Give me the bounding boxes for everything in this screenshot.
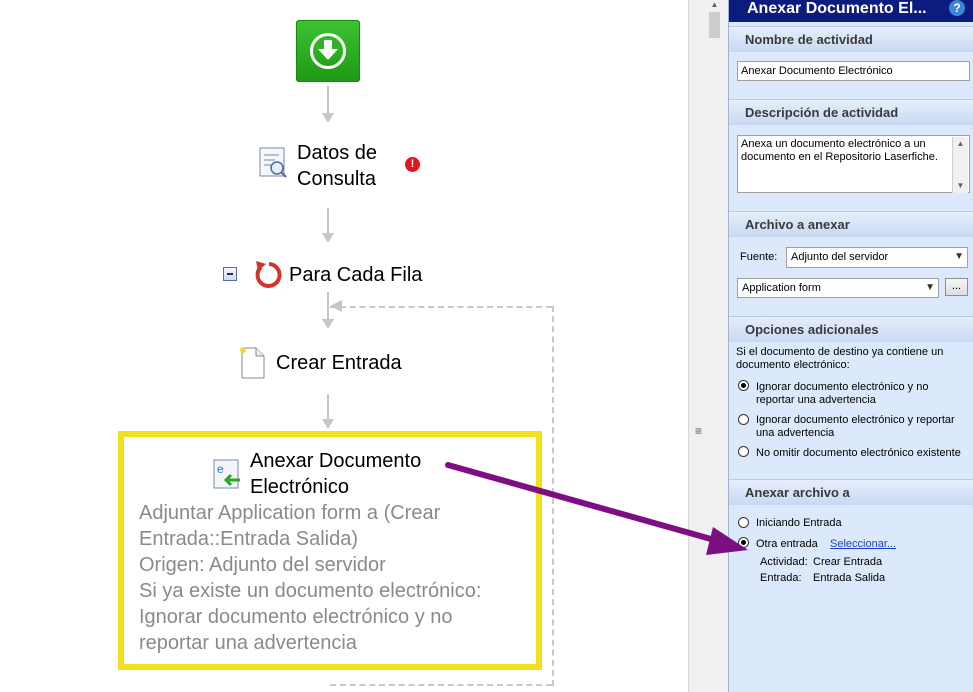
loop-icon <box>255 261 282 288</box>
attach-electronic-document-icon: e <box>213 459 240 489</box>
scroll-up-icon[interactable]: ▲ <box>707 0 722 12</box>
query-form-icon <box>259 147 287 178</box>
option-label[interactable]: Ignorar documento electrónico y reportar… <box>756 414 968 440</box>
description-text: Anexa un documento electrónico a un docu… <box>741 138 938 163</box>
entry-label: Entrada: <box>760 572 802 584</box>
canvas-vertical-scrollbar[interactable]: ▲ <box>707 0 722 692</box>
activity-label: Actividad: <box>760 556 808 568</box>
workflow-designer-canvas[interactable]: Datos de Consulta ! Para Cada Fila Crear… <box>0 0 688 692</box>
splitter-grip-icon[interactable]: ≡ <box>695 424 702 438</box>
detail-line: Adjuntar Application form a (Crear <box>139 502 441 524</box>
other-entry-label[interactable]: Otra entrada <box>756 538 818 551</box>
detail-line: Ignorar documento electrónico y no <box>139 606 453 628</box>
properties-panel: Anexar Documento El... ? Nombre de activ… <box>728 0 973 692</box>
option-label[interactable]: No omitir documento electrónico existent… <box>756 447 968 460</box>
section-header-activity-description[interactable]: Descripción de actividad <box>729 99 973 125</box>
create-entry-label[interactable]: Crear Entrada <box>276 350 402 376</box>
activity-details: Adjuntar Application form a (Crear Entra… <box>139 500 529 656</box>
svg-text:e: e <box>217 462 224 476</box>
download-arrow-icon <box>310 33 346 69</box>
detail-line: reportar una advertencia <box>139 632 357 654</box>
source-label: Fuente: <box>740 251 778 263</box>
file-dropdown-value: Application form <box>742 282 821 294</box>
entry-value: Entrada Salida <box>813 572 886 584</box>
activity-value: Crear Entrada <box>813 556 883 568</box>
panel-title-bar: Anexar Documento El... ? <box>729 0 973 22</box>
loop-boundary <box>330 306 552 308</box>
option-radio-ignore-no-warning[interactable] <box>738 380 749 391</box>
section-header-additional-options[interactable]: Opciones adicionales <box>729 316 973 342</box>
collapse-toggle[interactable] <box>223 267 237 281</box>
connector-line <box>327 292 329 320</box>
source-dropdown-value: Adjunto del servidor <box>791 251 889 263</box>
connector-line <box>327 86 329 114</box>
attach-to-other-entry-radio[interactable] <box>738 537 749 548</box>
section-header-activity-name[interactable]: Nombre de actividad <box>729 26 973 52</box>
for-each-row-label[interactable]: Para Cada Fila <box>289 262 422 288</box>
scroll-up-icon[interactable]: ▲ <box>953 137 968 151</box>
connector-arrowhead <box>322 319 334 329</box>
browse-button[interactable]: ... <box>945 278 968 296</box>
panel-splitter[interactable]: ▲ ≡ <box>688 0 728 692</box>
connector-line <box>327 394 329 420</box>
detail-line: Origen: Adjunto del servidor <box>139 554 386 576</box>
activity-name-input[interactable]: Anexar Documento Electrónico <box>737 61 970 81</box>
panel-title: Anexar Documento El... <box>747 0 927 17</box>
option-label[interactable]: Ignorar documento electrónico y no repor… <box>756 381 968 407</box>
attach-to-starting-entry-radio[interactable] <box>738 517 749 528</box>
workflow-start-button[interactable] <box>296 20 360 82</box>
loop-boundary <box>330 684 552 686</box>
loop-return-arrow-icon <box>330 300 342 312</box>
node-label: Datos de <box>297 142 378 164</box>
connector-arrowhead <box>322 233 334 243</box>
file-dropdown[interactable]: Application form ▼ <box>737 278 939 298</box>
source-dropdown[interactable]: Adjunto del servidor ▼ <box>786 247 968 268</box>
scroll-down-icon[interactable]: ▼ <box>953 179 968 193</box>
options-intro-text: Si el documento de destino ya contiene u… <box>736 346 944 371</box>
chevron-down-icon: ▼ <box>954 251 964 262</box>
select-entry-link[interactable]: Seleccionar... <box>830 538 896 550</box>
node-label: Consulta <box>297 168 376 190</box>
detail-line: Si ya existe un documento electrónico: <box>139 580 482 602</box>
option-radio-do-not-skip[interactable] <box>738 446 749 457</box>
section-header-file-to-attach[interactable]: Archivo a anexar <box>729 211 973 237</box>
option-radio-ignore-with-warning[interactable] <box>738 414 749 425</box>
node-label: Anexar Documento <box>250 450 422 472</box>
chevron-down-icon: ▼ <box>925 282 935 293</box>
connector-line <box>327 208 329 234</box>
section-header-attach-to[interactable]: Anexar archivo a <box>729 479 973 505</box>
description-scrollbar[interactable]: ▲ ▼ <box>952 137 968 193</box>
detail-line: Entrada::Entrada Salida) <box>139 528 359 550</box>
loop-boundary <box>552 306 554 686</box>
scroll-thumb[interactable] <box>709 12 720 38</box>
new-document-icon <box>240 347 265 379</box>
connector-arrowhead <box>322 419 334 429</box>
node-label: Electrónico <box>250 476 349 498</box>
activity-description-textarea[interactable]: Anexa un documento electrónico a un docu… <box>737 135 970 193</box>
starting-entry-label[interactable]: Iniciando Entrada <box>756 517 842 530</box>
connector-arrowhead <box>322 113 334 123</box>
help-icon[interactable]: ? <box>949 0 965 16</box>
error-icon[interactable]: ! <box>405 157 420 172</box>
